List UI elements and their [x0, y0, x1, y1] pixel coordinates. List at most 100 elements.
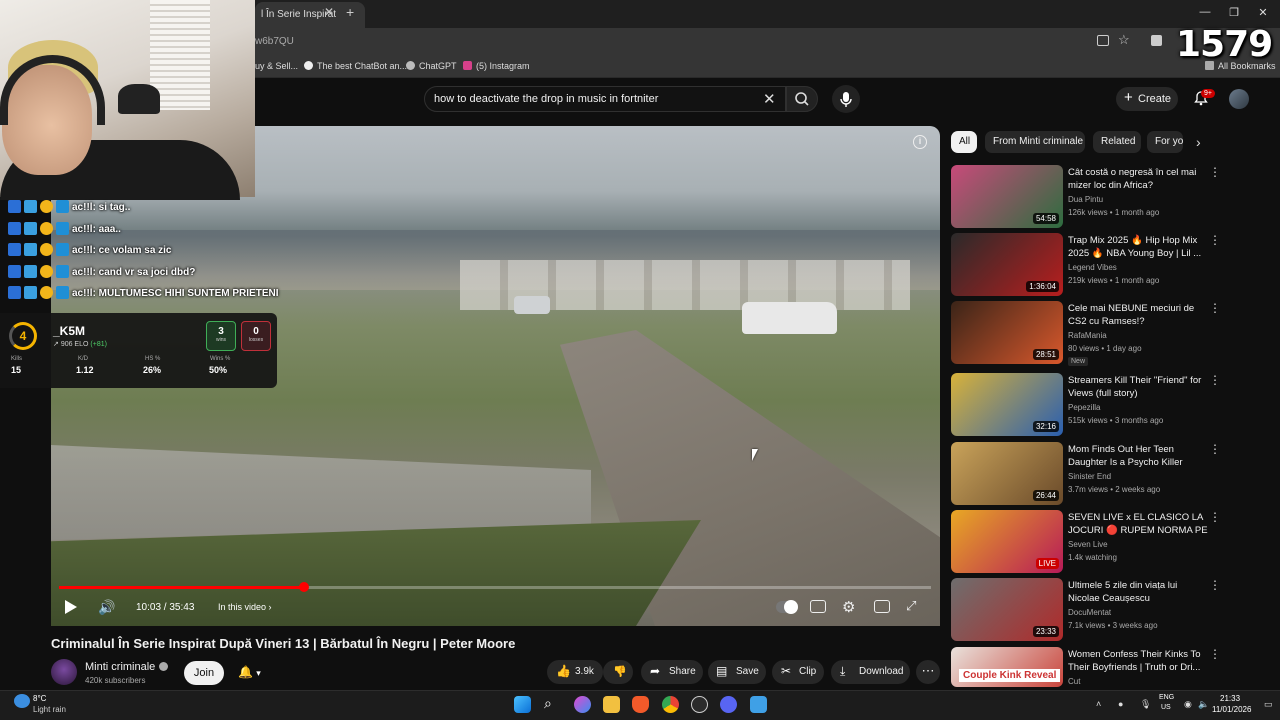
chrome-icon[interactable]	[662, 696, 679, 713]
recommended-channel-name[interactable]: Sinister End	[1068, 472, 1111, 481]
more-options-icon[interactable]: ⋮	[1209, 510, 1221, 524]
filter-chip[interactable]: For yo	[1147, 131, 1183, 153]
chapters-button[interactable]: In this video ›	[218, 602, 272, 612]
recommended-video-title[interactable]: Mom Finds Out Her Teen Daughter Is a Psy…	[1068, 443, 1208, 469]
video-thumbnail[interactable]: 1:36:04	[951, 233, 1063, 296]
video-thumbnail[interactable]: 26:44	[951, 442, 1063, 505]
recommended-video[interactable]: Couple Kink Reveal Women Confess Their Ki…	[951, 647, 1221, 687]
recommended-channel-name[interactable]: Pepezilla	[1068, 403, 1100, 412]
recommended-video-title[interactable]: Streamers Kill Their "Friend" for Views …	[1068, 374, 1208, 400]
clock-time[interactable]: 21:33	[1220, 694, 1240, 703]
more-options-icon[interactable]: ⋮	[1209, 233, 1221, 247]
more-options-icon[interactable]: ⋮	[1209, 578, 1221, 592]
clock-date[interactable]: 11/01/2026	[1212, 705, 1251, 714]
weather-rain-icon[interactable]	[14, 694, 30, 708]
more-options-icon[interactable]: ⋮	[1209, 373, 1221, 387]
fullscreen-icon[interactable]: ⤢	[906, 598, 916, 614]
taskbar-search-icon[interactable]: ⌕	[544, 695, 552, 712]
video-thumbnail[interactable]: Couple Kink Reveal	[951, 647, 1063, 687]
recommended-channel-name[interactable]: Seven Live	[1068, 540, 1108, 549]
tray-app-icon[interactable]: ●	[1118, 699, 1123, 709]
recommended-video[interactable]: 54:58 Cât costă o negresă în cel mai mize…	[951, 165, 1221, 229]
discord-icon[interactable]	[720, 696, 737, 713]
channel-name[interactable]: Minti criminale	[85, 661, 155, 673]
recommended-video[interactable]: 23:33 Ultimele 5 zile din viața lui Nicol…	[951, 578, 1221, 642]
recommended-video-title[interactable]: Cele mai NEBUNE meciuri de CS2 cu Ramses…	[1068, 302, 1208, 328]
filter-chip[interactable]: Related	[1093, 131, 1141, 153]
subtitles-icon[interactable]	[810, 600, 826, 613]
weather-description[interactable]: Light rain	[33, 705, 66, 714]
dislike-button[interactable]: 👎	[603, 660, 633, 684]
new-tab-icon[interactable]: +	[346, 5, 360, 19]
voice-search-button[interactable]	[832, 85, 860, 113]
video-thumbnail[interactable]: LIVE	[951, 510, 1063, 573]
more-actions-icon[interactable]: ⋯	[916, 660, 940, 684]
bookmark-item[interactable]: ChatGPT	[406, 61, 457, 71]
wifi-icon[interactable]: ◉	[1184, 699, 1192, 710]
video-thumbnail[interactable]: 23:33	[951, 578, 1063, 641]
recommended-channel-name[interactable]: Dua Pintu	[1068, 195, 1103, 204]
app-icon[interactable]	[750, 696, 767, 713]
join-button[interactable]: Join	[184, 661, 224, 685]
search-query-text[interactable]: how to deactivate the drop in music in f…	[434, 93, 658, 105]
file-explorer-icon[interactable]	[603, 696, 620, 713]
more-options-icon[interactable]: ⋮	[1209, 647, 1221, 661]
recommended-video-title[interactable]: Ultimele 5 zile din viața lui Nicolae Ce…	[1068, 579, 1208, 605]
recommended-video[interactable]: 28:51 Cele mai NEBUNE meciuri de CS2 cu R…	[951, 301, 1221, 366]
miniplayer-icon[interactable]	[874, 600, 890, 613]
language-indicator[interactable]: ENG	[1159, 694, 1174, 701]
install-app-icon[interactable]	[1097, 35, 1109, 46]
recommended-channel-name[interactable]: Legend Vibes	[1068, 263, 1117, 272]
settings-gear-icon[interactable]: ⚙	[842, 598, 855, 616]
tab-close-icon[interactable]: ✕	[322, 5, 336, 19]
bookmark-item[interactable]: uy & Sell...	[255, 61, 298, 71]
url-text[interactable]: w6b7QU	[255, 36, 294, 47]
info-icon[interactable]: i	[913, 135, 927, 149]
video-thumbnail[interactable]: 32:16	[951, 373, 1063, 436]
brave-browser-icon[interactable]	[632, 696, 649, 713]
recommended-video-title[interactable]: Cât costă o negresă în cel mai mizer loc…	[1068, 166, 1208, 192]
recommended-video[interactable]: 26:44 Mom Finds Out Her Teen Daughter Is …	[951, 442, 1221, 506]
clip-button[interactable]: Clip	[772, 660, 824, 684]
close-window-icon[interactable]: ✕	[1255, 6, 1271, 19]
notification-center-icon[interactable]: ▭	[1264, 699, 1273, 710]
windows-start-icon[interactable]	[514, 696, 531, 713]
account-avatar[interactable]	[1229, 89, 1249, 109]
recommended-video[interactable]: LIVE SEVEN LIVE x EL CLASICO LA JOCURI 🔴 …	[951, 510, 1221, 574]
chevron-right-icon[interactable]: ›	[1196, 134, 1201, 150]
recommended-channel-name[interactable]: Cut	[1068, 677, 1080, 686]
bookmark-item[interactable]: (5) Instagram	[463, 61, 530, 71]
filter-chip[interactable]: All	[951, 131, 977, 153]
play-icon[interactable]	[65, 600, 77, 614]
copilot-icon[interactable]	[574, 696, 591, 713]
extension-icon[interactable]	[1151, 35, 1162, 46]
recommended-channel-name[interactable]: RafaMania	[1068, 331, 1107, 340]
tray-overflow-icon[interactable]: ˄	[1096, 699, 1101, 709]
clear-search-icon[interactable]: ✕	[763, 90, 776, 108]
weather-temperature[interactable]: 8°C	[33, 694, 46, 703]
bookmark-item[interactable]: The best ChatBot an...	[304, 61, 407, 71]
recommended-video[interactable]: 1:36:04 Trap Mix 2025 🔥 Hip Hop Mix 2025 …	[951, 233, 1221, 297]
progress-scrubber[interactable]	[299, 582, 309, 592]
more-options-icon[interactable]: ⋮	[1209, 442, 1221, 456]
filter-chip[interactable]: From Minti criminale	[985, 131, 1085, 153]
volume-tray-icon[interactable]: 🔈	[1198, 699, 1209, 710]
subscription-bell-button[interactable]: 🔔 ▾	[230, 661, 274, 685]
bookmark-star-icon[interactable]: ☆	[1118, 32, 1130, 48]
tray-microphone-icon[interactable]: 🎙	[1140, 699, 1151, 710]
restore-icon[interactable]: ❐	[1226, 6, 1242, 19]
recommended-video[interactable]: 32:16 Streamers Kill Their "Friend" for V…	[951, 373, 1221, 437]
search-button[interactable]	[786, 86, 818, 112]
recommended-channel-name[interactable]: DocuMentat	[1068, 608, 1111, 617]
video-thumbnail[interactable]: 28:51	[951, 301, 1063, 364]
keyboard-layout[interactable]: US	[1161, 704, 1171, 711]
recommended-video-title[interactable]: Trap Mix 2025 🔥 Hip Hop Mix 2025 🔥 NBA Y…	[1068, 234, 1208, 260]
more-options-icon[interactable]: ⋮	[1209, 165, 1221, 179]
recommended-video-title[interactable]: Women Confess Their Kinks To Their Boyfr…	[1068, 648, 1208, 674]
video-thumbnail[interactable]: 54:58	[951, 165, 1063, 228]
volume-icon[interactable]: 🔊	[98, 599, 115, 616]
channel-avatar[interactable]	[51, 659, 77, 685]
recommended-video-title[interactable]: SEVEN LIVE x EL CLASICO LA JOCURI 🔴 RUPE…	[1068, 511, 1208, 538]
minimize-icon[interactable]: —	[1197, 6, 1213, 18]
steam-icon[interactable]	[691, 696, 708, 713]
